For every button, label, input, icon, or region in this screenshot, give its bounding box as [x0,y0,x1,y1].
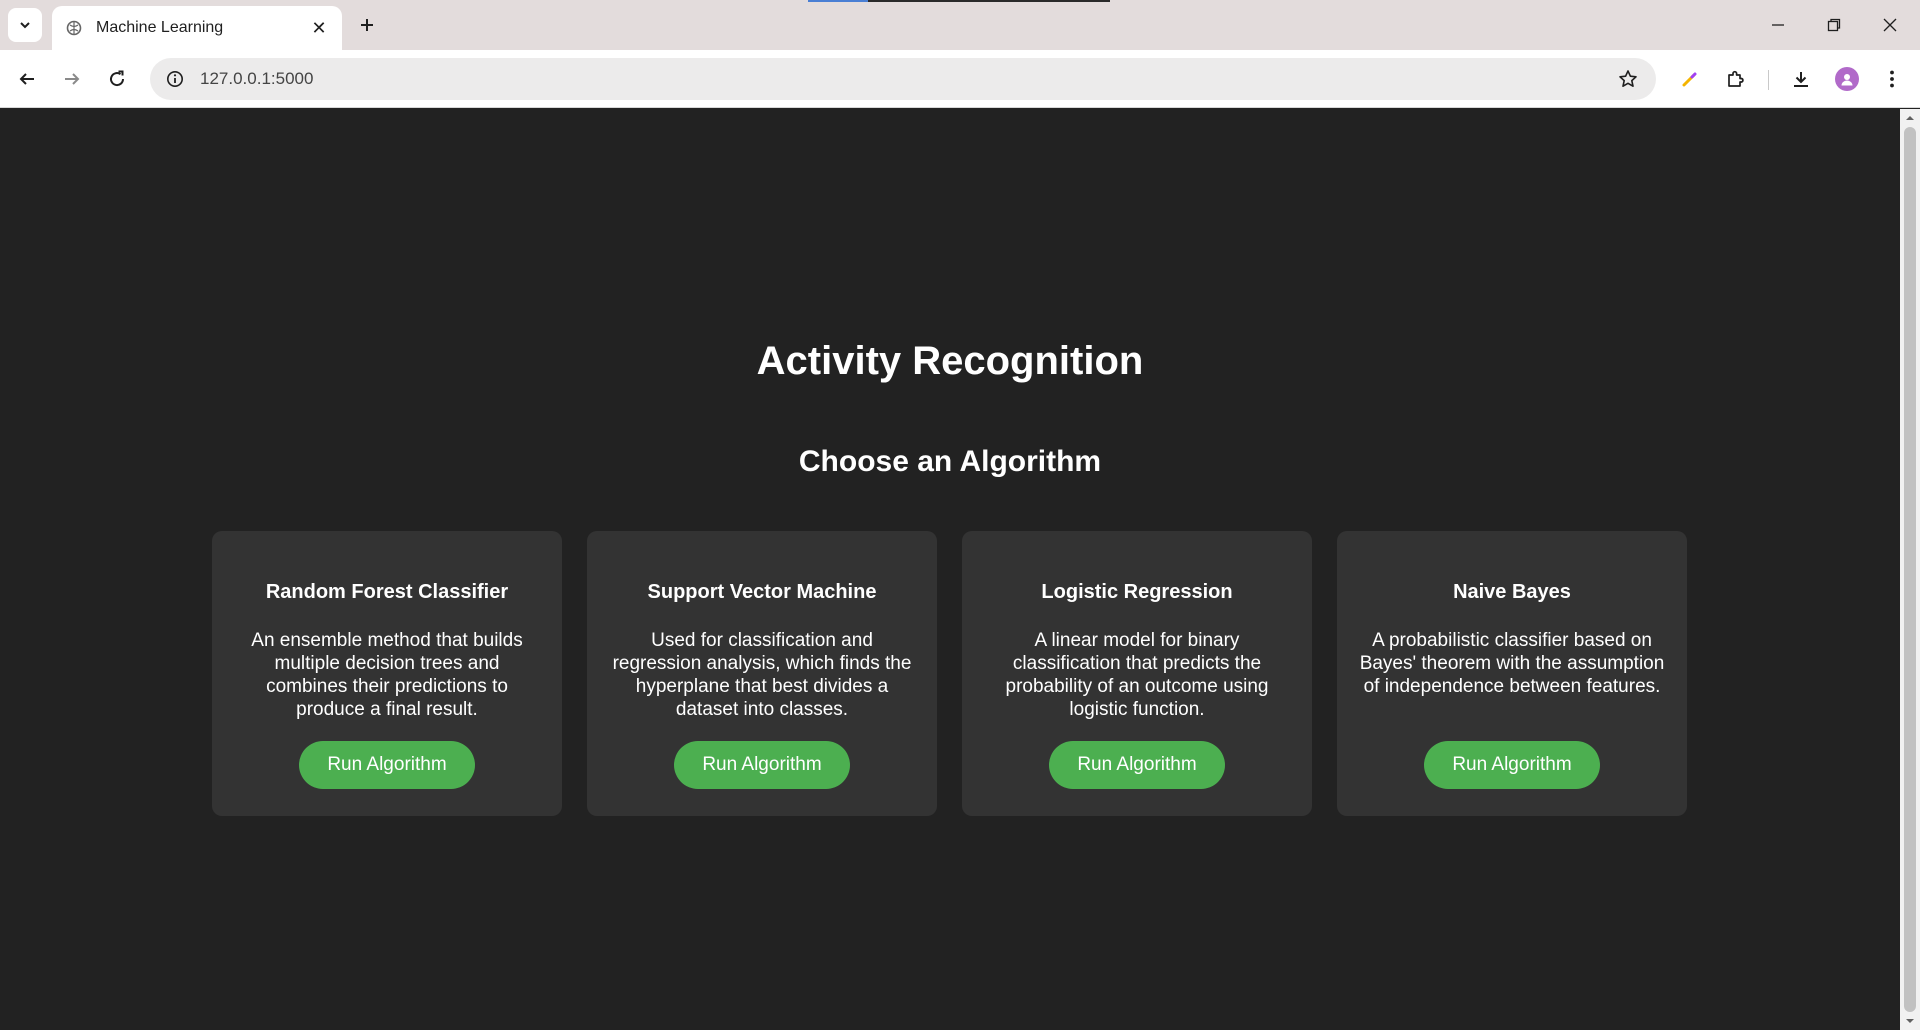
arrow-right-icon [65,73,80,85]
scrollbar-thumb[interactable] [1904,127,1916,1012]
browser-toolbar: 127.0.0.1:5000 [0,50,1920,108]
arrow-left-icon [19,73,34,85]
plus-icon [361,19,373,31]
kebab-menu-icon[interactable] [1874,61,1910,97]
close-window-button[interactable] [1862,0,1918,50]
minimize-button[interactable] [1750,0,1806,50]
reload-icon [110,70,125,87]
scroll-up-arrow-icon[interactable] [1900,109,1920,127]
card-naive-bayes: Naive Bayes A probabilistic classifier b… [1337,531,1687,816]
toolbar-divider [1768,70,1769,90]
run-algorithm-button[interactable]: Run Algorithm [1424,741,1600,789]
card-title: Random Forest Classifier [265,581,509,603]
page-viewport: Activity Recognition Choose an Algorithm… [0,109,1900,1030]
card-description: Used for classification and regression a… [612,630,912,720]
user-icon [1841,74,1853,86]
card-title: Naive Bayes [1453,581,1571,603]
info-icon[interactable] [162,66,188,92]
tab-title: Machine Learning [96,19,224,36]
algorithm-cards: Random Forest Classifier An ensemble met… [212,531,1688,816]
card-description: A linear model for binary classification… [1005,630,1269,720]
scroll-down-arrow-icon[interactable] [1900,1012,1920,1030]
url-text[interactable]: 127.0.0.1:5000 [200,69,1610,89]
brain-icon [64,18,84,38]
page-title: Activity Recognition [756,339,1144,383]
download-icon[interactable] [1783,61,1819,97]
puzzle-icon[interactable] [1718,61,1754,97]
forward-button[interactable] [54,61,90,97]
tab-active[interactable]: Machine Learning ✕ [52,6,342,50]
profile-button[interactable] [1829,61,1865,97]
run-algorithm-button[interactable]: Run Algorithm [674,741,850,789]
card-title: Support Vector Machine [647,581,877,603]
tab-loading-indicator [808,0,868,2]
pen-icon[interactable] [1672,61,1708,97]
card-description: An ensemble method that builds multiple … [251,630,523,720]
restore-icon [1827,18,1841,32]
close-icon[interactable]: ✕ [308,17,330,39]
address-bar[interactable]: 127.0.0.1:5000 [150,58,1656,100]
vertical-scrollbar[interactable] [1900,109,1920,1030]
restore-button[interactable] [1806,0,1862,50]
card-support-vector-machine: Support Vector Machine Used for classifi… [587,531,937,816]
card-title: Logistic Regression [1041,581,1233,603]
avatar [1835,67,1859,91]
run-algorithm-button[interactable]: Run Algorithm [299,741,475,789]
tab-search-button[interactable] [8,8,42,42]
back-button[interactable] [9,61,45,97]
new-tab-button[interactable] [352,10,382,40]
minimize-icon [1772,24,1784,26]
tab-strip: Machine Learning ✕ [0,0,1920,50]
chevron-down-icon [20,22,30,29]
card-random-forest: Random Forest Classifier An ensemble met… [212,531,562,816]
run-algorithm-button[interactable]: Run Algorithm [1049,741,1225,789]
reload-button[interactable] [99,61,135,97]
page-subtitle: Choose an Algorithm [798,445,1102,478]
card-logistic-regression: Logistic Regression A linear model for b… [962,531,1312,816]
close-icon [1883,18,1897,32]
star-icon[interactable] [1610,61,1646,97]
card-description: A probabilistic classifier based on Baye… [1359,630,1665,697]
